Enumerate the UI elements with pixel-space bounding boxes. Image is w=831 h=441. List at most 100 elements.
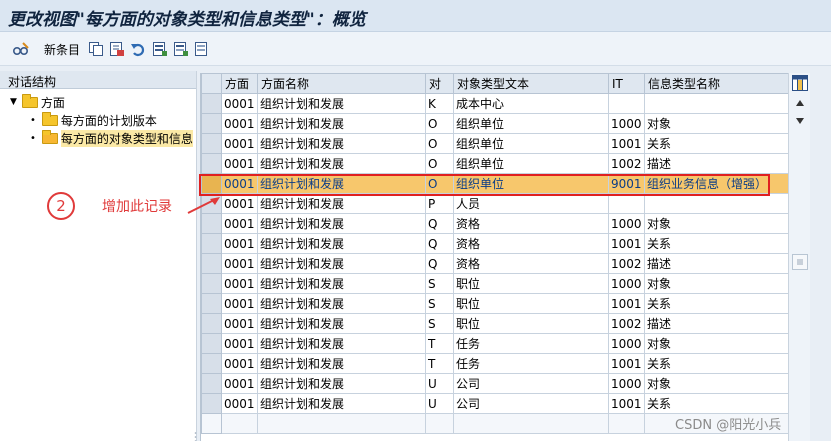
table-row[interactable]: 0001 组织计划和发展 O 组织单位 1001 关系 <box>201 133 790 154</box>
row-selector[interactable] <box>201 133 222 154</box>
panel-resize-handle[interactable] <box>194 431 197 441</box>
table-row[interactable]: 0001 组织计划和发展 K 成本中心 <box>201 93 790 114</box>
table-row[interactable]: 0001 组织计划和发展 T 任务 1000 对象 <box>201 333 790 354</box>
aspect-cell[interactable]: 0001 <box>221 373 258 394</box>
object-type-cell[interactable]: Q <box>425 233 454 254</box>
tree-node-plan-versions[interactable]: • 每方面的计划版本 <box>30 111 157 129</box>
aspect-name-cell[interactable]: 组织计划和发展 <box>257 353 426 374</box>
infotype-name-cell[interactable]: 关系 <box>644 293 790 314</box>
aspect-cell[interactable]: 0001 <box>221 193 258 214</box>
infotype-name-cell[interactable]: 描述 <box>644 253 790 274</box>
object-type-text-cell[interactable]: 组织单位 <box>453 173 609 194</box>
object-type-text-cell[interactable]: 组织单位 <box>453 133 609 154</box>
aspect-name-cell[interactable]: 组织计划和发展 <box>257 333 426 354</box>
object-type-cell[interactable]: T <box>425 353 454 374</box>
infotype-name-cell[interactable]: 描述 <box>644 153 790 174</box>
table-row[interactable]: 0001 组织计划和发展 O 组织单位 9001 组织业务信息（增强） <box>201 173 790 194</box>
aspect-cell[interactable]: 0001 <box>221 333 258 354</box>
column-header[interactable]: 方面 <box>221 73 258 94</box>
infotype-name-cell[interactable]: 对象 <box>644 113 790 134</box>
infotype-cell[interactable]: 1001 <box>608 233 645 254</box>
scroll-up-icon[interactable] <box>795 99 805 107</box>
aspect-name-cell[interactable]: 组织计划和发展 <box>257 93 426 114</box>
aspect-name-cell[interactable]: 组织计划和发展 <box>257 293 426 314</box>
aspect-cell[interactable]: 0001 <box>221 253 258 274</box>
object-type-cell[interactable]: O <box>425 153 454 174</box>
row-selector[interactable] <box>201 273 222 294</box>
infotype-name-cell[interactable]: 关系 <box>644 233 790 254</box>
object-type-cell[interactable]: O <box>425 133 454 154</box>
table-row[interactable]: 0001 组织计划和发展 O 组织单位 1002 描述 <box>201 153 790 174</box>
infotype-cell[interactable]: 1002 <box>608 313 645 334</box>
row-selector[interactable] <box>201 333 222 354</box>
infotype-name-cell[interactable]: 关系 <box>644 393 790 414</box>
infotype-name-cell[interactable] <box>644 193 790 214</box>
object-type-text-cell[interactable]: 职位 <box>453 313 609 334</box>
scroll-down-icon[interactable] <box>795 117 805 125</box>
empty-cell[interactable] <box>425 413 454 434</box>
select-all-button[interactable] <box>152 40 168 58</box>
infotype-cell[interactable]: 1000 <box>608 333 645 354</box>
aspect-cell[interactable]: 0001 <box>221 133 258 154</box>
undo-button[interactable] <box>130 40 146 58</box>
aspect-name-cell[interactable]: 组织计划和发展 <box>257 153 426 174</box>
infotype-cell[interactable]: 1002 <box>608 253 645 274</box>
aspect-name-cell[interactable]: 组织计划和发展 <box>257 173 426 194</box>
aspect-cell[interactable]: 0001 <box>221 173 258 194</box>
empty-cell[interactable] <box>221 413 258 434</box>
object-type-text-cell[interactable]: 公司 <box>453 373 609 394</box>
object-type-cell[interactable]: U <box>425 393 454 414</box>
object-type-text-cell[interactable]: 资格 <box>453 253 609 274</box>
table-row[interactable]: 0001 组织计划和发展 Q 资格 1002 描述 <box>201 253 790 274</box>
infotype-cell[interactable]: 1000 <box>608 273 645 294</box>
infotype-name-cell[interactable]: 描述 <box>644 313 790 334</box>
delete-button[interactable] <box>109 40 125 58</box>
infotype-cell[interactable]: 1001 <box>608 393 645 414</box>
infotype-name-cell[interactable]: 对象 <box>644 373 790 394</box>
infotype-cell[interactable]: 1001 <box>608 133 645 154</box>
object-type-cell[interactable]: O <box>425 173 454 194</box>
aspect-name-cell[interactable]: 组织计划和发展 <box>257 393 426 414</box>
object-type-text-cell[interactable]: 组织单位 <box>453 113 609 134</box>
display-change-button[interactable] <box>12 40 30 58</box>
column-header[interactable]: 信息类型名称 <box>644 73 790 94</box>
object-type-text-cell[interactable]: 职位 <box>453 273 609 294</box>
aspect-name-cell[interactable]: 组织计划和发展 <box>257 253 426 274</box>
object-type-cell[interactable]: Q <box>425 213 454 234</box>
aspect-cell[interactable]: 0001 <box>221 393 258 414</box>
infotype-cell[interactable]: 1000 <box>608 113 645 134</box>
row-selector[interactable] <box>201 233 222 254</box>
aspect-name-cell[interactable]: 组织计划和发展 <box>257 373 426 394</box>
tree-node-object-info-types[interactable]: • 每方面的对象类型和信息 <box>30 129 193 147</box>
infotype-cell[interactable]: 1001 <box>608 293 645 314</box>
row-selector[interactable] <box>201 153 222 174</box>
column-header[interactable]: IT <box>608 73 645 94</box>
infotype-name-cell[interactable]: 关系 <box>644 133 790 154</box>
object-type-cell[interactable]: P <box>425 193 454 214</box>
infotype-name-cell[interactable]: 对象 <box>644 273 790 294</box>
row-selector[interactable] <box>201 293 222 314</box>
object-type-text-cell[interactable]: 成本中心 <box>453 93 609 114</box>
object-type-text-cell[interactable]: 资格 <box>453 233 609 254</box>
tree-node-aspect[interactable]: ▼ 方面 <box>10 93 65 111</box>
table-row[interactable]: 0001 组织计划和发展 Q 资格 1001 关系 <box>201 233 790 254</box>
aspect-name-cell[interactable]: 组织计划和发展 <box>257 313 426 334</box>
row-selector[interactable] <box>201 253 222 274</box>
infotype-cell[interactable] <box>608 193 645 214</box>
infotype-name-cell[interactable]: 对象 <box>644 333 790 354</box>
table-row[interactable]: 0001 组织计划和发展 O 组织单位 1000 对象 <box>201 113 790 134</box>
column-header[interactable]: 方面名称 <box>257 73 426 94</box>
aspect-name-cell[interactable]: 组织计划和发展 <box>257 113 426 134</box>
infotype-name-cell[interactable]: 组织业务信息（增强） <box>644 173 790 194</box>
aspect-cell[interactable]: 0001 <box>221 93 258 114</box>
empty-cell[interactable] <box>453 413 609 434</box>
empty-cell[interactable] <box>257 413 426 434</box>
table-row[interactable]: 0001 组织计划和发展 T 任务 1001 关系 <box>201 353 790 374</box>
table-row[interactable]: 0001 组织计划和发展 S 职位 1000 对象 <box>201 273 790 294</box>
row-selector[interactable] <box>201 173 222 194</box>
empty-cell[interactable] <box>608 413 645 434</box>
scroll-thumb[interactable] <box>792 254 808 270</box>
row-selector[interactable] <box>201 93 222 114</box>
expand-arrow-icon[interactable]: ▼ <box>10 97 17 107</box>
row-selector[interactable] <box>201 413 222 434</box>
